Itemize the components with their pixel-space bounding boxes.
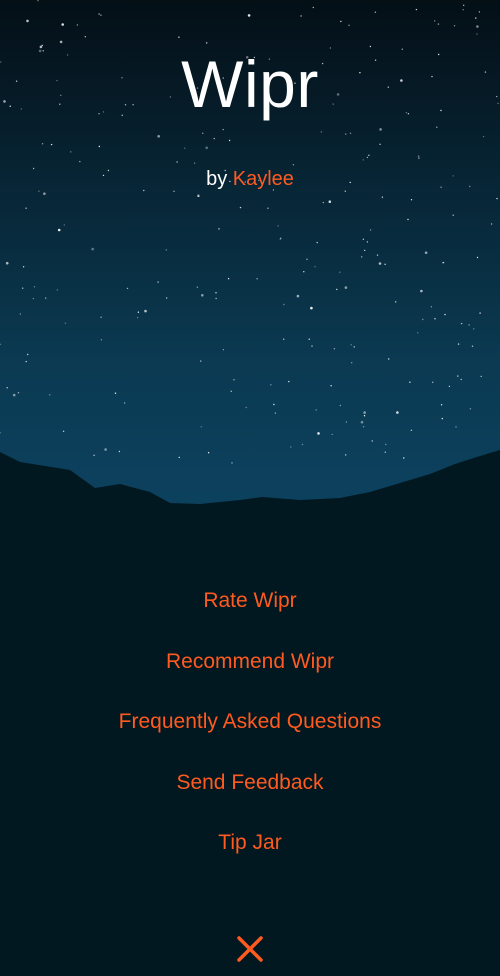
faq-button[interactable]: Frequently Asked Questions: [119, 701, 382, 762]
send-feedback-button[interactable]: Send Feedback: [176, 762, 323, 823]
recommend-wipr-button[interactable]: Recommend Wipr: [166, 641, 334, 702]
close-icon: [237, 936, 263, 962]
close-button[interactable]: [234, 933, 266, 965]
rate-wipr-button[interactable]: Rate Wipr: [203, 580, 296, 641]
about-screen: Wipr by Kaylee Rate Wipr Recommend Wipr …: [0, 0, 500, 976]
byline: by Kaylee: [0, 168, 500, 191]
about-menu: Rate Wipr Recommend Wipr Frequently Aske…: [0, 580, 500, 883]
app-title: Wipr: [181, 47, 319, 121]
byline-prefix: by: [206, 168, 228, 190]
tip-jar-button[interactable]: Tip Jar: [218, 822, 281, 883]
author-link[interactable]: Kaylee: [233, 168, 294, 190]
